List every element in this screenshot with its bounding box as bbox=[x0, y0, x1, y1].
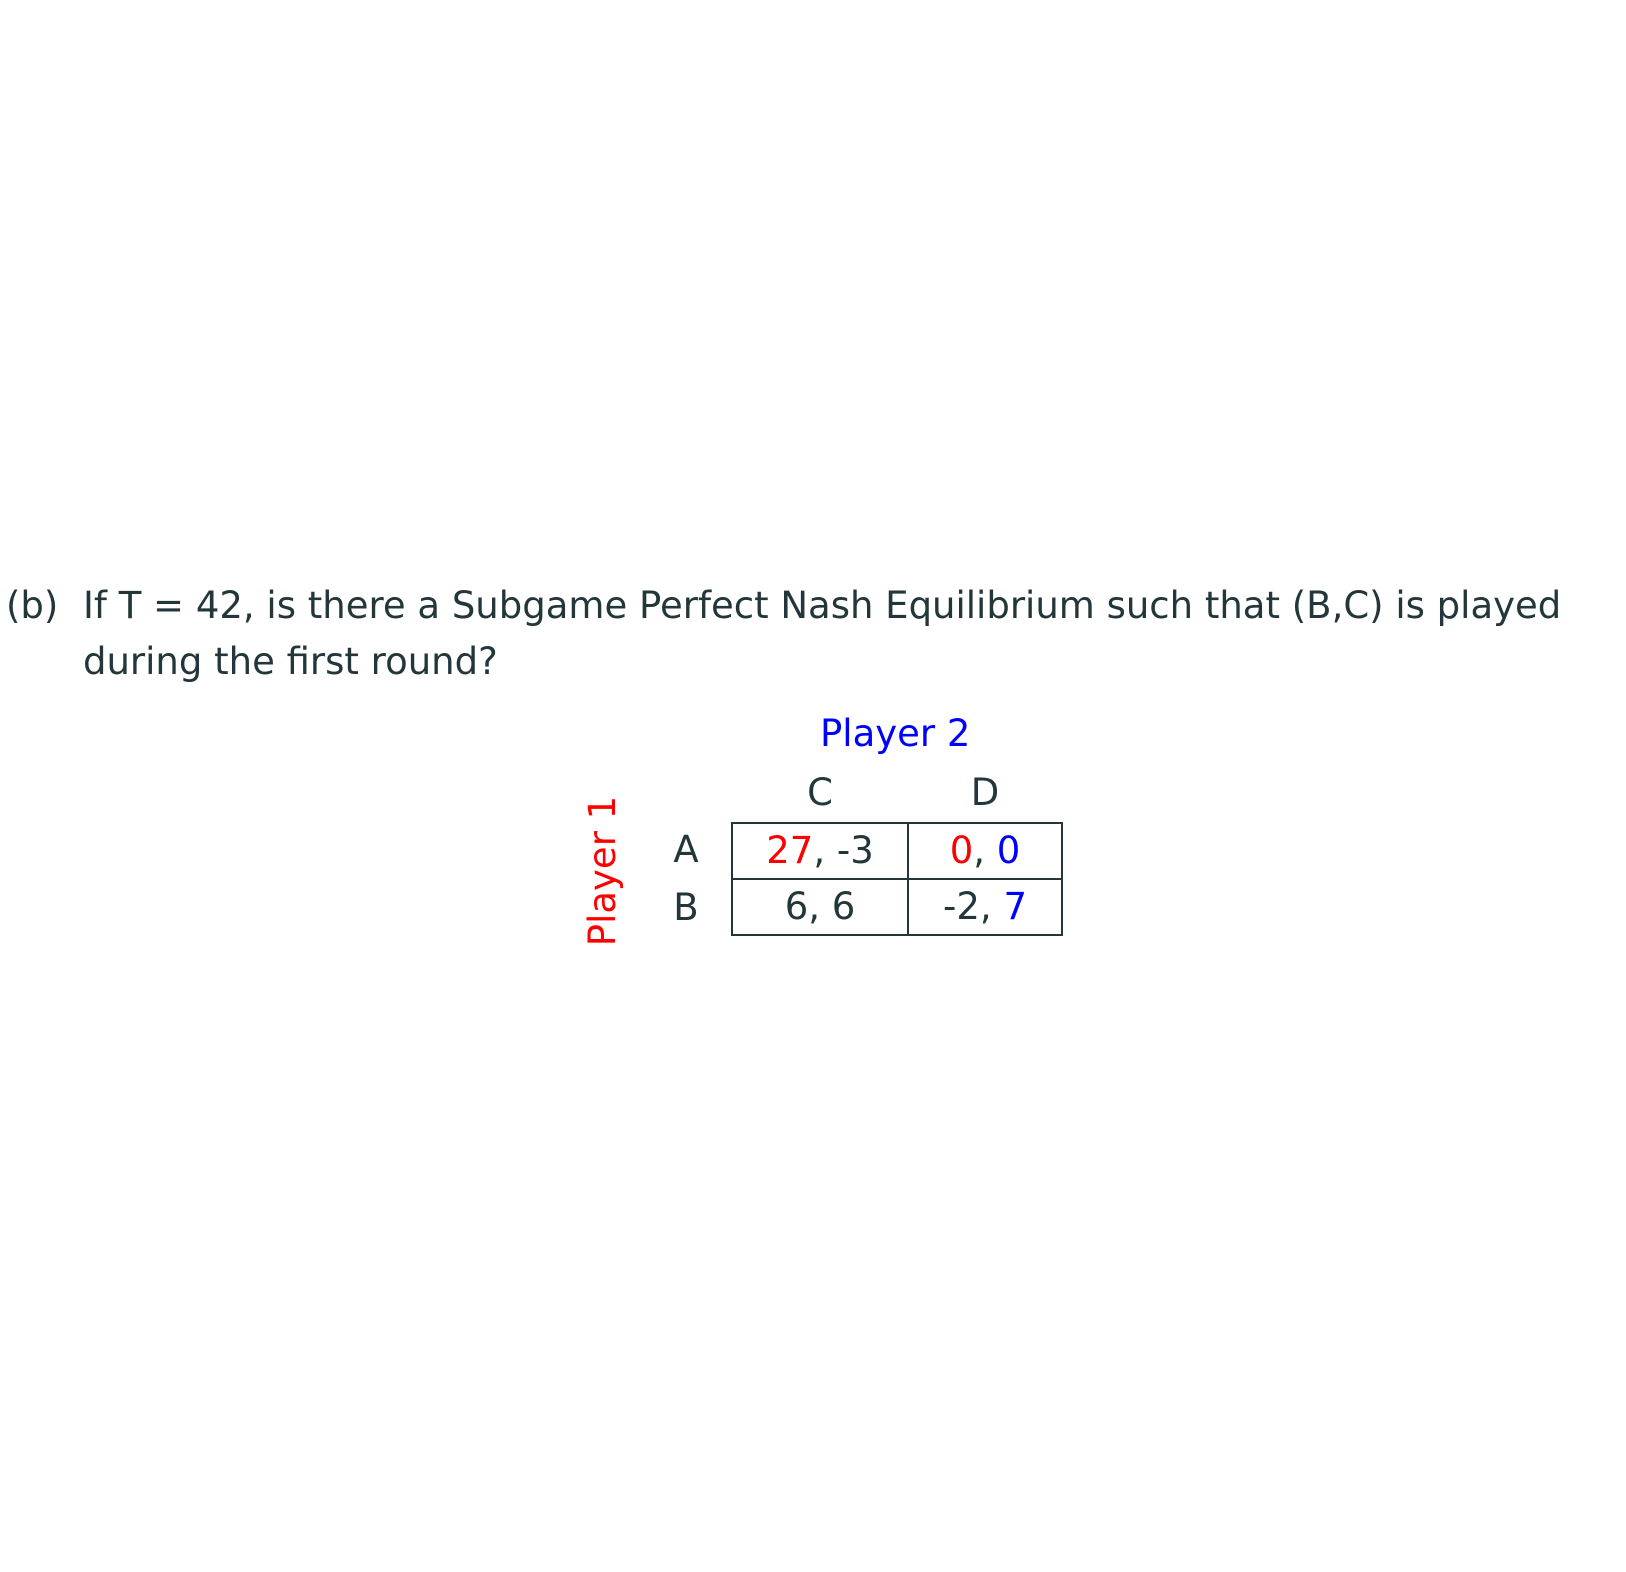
payoff-p2: 0 bbox=[996, 829, 1021, 872]
column-label-d: D bbox=[970, 771, 1000, 814]
payoff-p2: -3 bbox=[836, 829, 874, 872]
payoff-row-b: 6, 6 -2, 7 bbox=[731, 878, 1063, 936]
payoff-p2: 7 bbox=[1003, 885, 1027, 928]
column-label-c: C bbox=[807, 771, 833, 814]
row-label-a: A bbox=[673, 828, 699, 871]
question-label: (b) bbox=[6, 584, 59, 627]
payoff-p2: 6 bbox=[831, 885, 856, 928]
payoff-cell-b-c: 6, 6 bbox=[731, 878, 909, 936]
payoff-cell-a-d: 0, 0 bbox=[907, 822, 1063, 880]
payoff-cell-b-d: -2, 7 bbox=[907, 878, 1063, 936]
payoff-separator: , bbox=[979, 885, 1004, 928]
payoff-matrix: 27, -3 0, 0 6, 6 -2, 7 bbox=[731, 822, 1063, 936]
row-label-b: B bbox=[673, 886, 699, 929]
player-2-label: Player 2 bbox=[820, 712, 971, 755]
payoff-separator: , bbox=[973, 829, 997, 872]
question-line-2: during the first round? bbox=[83, 640, 498, 683]
payoff-p1: -2 bbox=[943, 885, 980, 928]
player-1-label: Player 1 bbox=[581, 795, 624, 947]
payoff-p1: 6 bbox=[784, 885, 809, 928]
payoff-p1: 0 bbox=[949, 829, 974, 872]
payoff-row-a: 27, -3 0, 0 bbox=[731, 822, 1063, 880]
payoff-p1: 27 bbox=[766, 829, 814, 872]
payoff-cell-a-c: 27, -3 bbox=[731, 822, 909, 880]
question-line-1: If T = 42, is there a Subgame Perfect Na… bbox=[83, 584, 1562, 627]
payoff-separator: , bbox=[813, 829, 837, 872]
payoff-separator: , bbox=[808, 885, 832, 928]
